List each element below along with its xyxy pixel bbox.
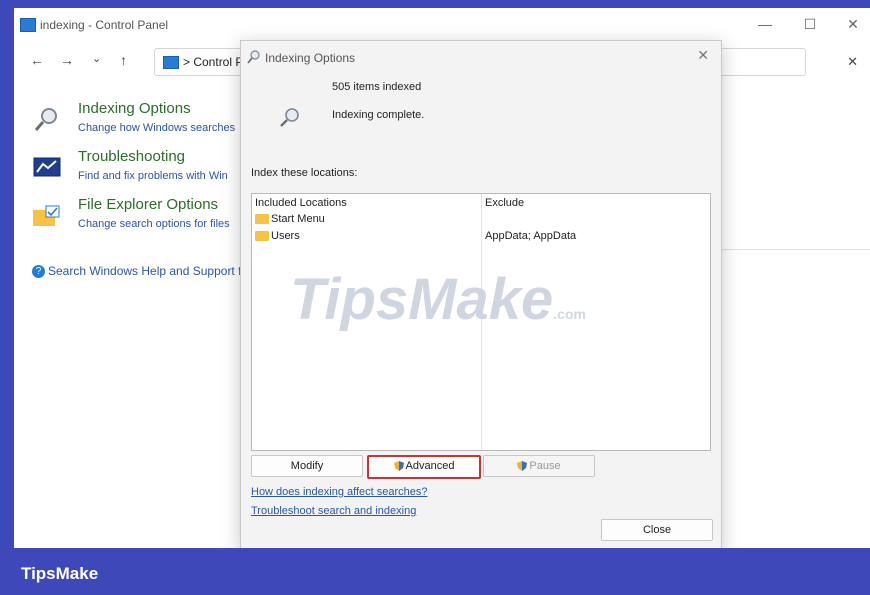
result-title[interactable]: Indexing Options [78, 100, 191, 117]
pause-label: Pause [529, 460, 561, 472]
dialog-title: Indexing Options [265, 51, 356, 65]
exclude-header: Exclude [485, 197, 525, 209]
folder-options-icon [33, 205, 60, 226]
pause-button[interactable]: Pause [483, 455, 595, 477]
locations-list[interactable]: Included Locations Exclude Start Menu Us… [251, 193, 711, 451]
advanced-button[interactable]: Advanced [367, 455, 481, 479]
included-locations-header: Included Locations [255, 197, 347, 209]
control-panel-icon [20, 18, 36, 32]
folder-icon [255, 231, 269, 242]
exclude-value: AppData; AppData [485, 230, 577, 242]
title-bar: indexing - Control Panel — ☐ ✕ [14, 8, 870, 42]
maximize-button[interactable]: ☐ [799, 14, 821, 34]
control-panel-crumb-icon [163, 56, 179, 69]
result-troubleshooting[interactable]: Troubleshooting Find and fix problems wi… [32, 148, 262, 196]
breadcrumb[interactable]: > Control P [183, 55, 243, 69]
window-title: indexing - Control Panel [40, 18, 169, 32]
forward-button[interactable]: → [60, 52, 74, 68]
indexing-options-dialog: Indexing Options ✕ 505 items indexed Ind… [240, 40, 722, 552]
shield-icon [393, 461, 404, 472]
result-file-explorer-options[interactable]: File Explorer Options Change search opti… [32, 196, 262, 244]
result-desc[interactable]: Change how Windows searches [78, 122, 235, 134]
dialog-close-icon[interactable]: ✕ [697, 47, 709, 64]
divider [720, 249, 870, 250]
help-icon: ? [32, 265, 45, 279]
advanced-label: Advanced [405, 460, 455, 472]
folder-icon [255, 214, 269, 225]
shield-icon [517, 461, 528, 472]
indexing-options-icon [34, 108, 57, 131]
result-title[interactable]: Troubleshooting [78, 148, 185, 165]
indexing-status: Indexing complete. [332, 109, 425, 121]
indexing-options-icon [247, 50, 260, 64]
result-indexing-options[interactable]: Indexing Options Change how Windows sear… [32, 100, 262, 148]
location-name: Start Menu [271, 213, 325, 225]
back-button[interactable]: ← [30, 52, 44, 68]
clear-search-button[interactable]: ✕ [847, 54, 858, 70]
index-locations-label: Index these locations: [251, 167, 358, 179]
help-support-link[interactable]: ? Search Windows Help and Support f [32, 264, 241, 279]
location-name: Users [271, 230, 300, 242]
location-row[interactable]: Users [255, 230, 300, 242]
brand-label: TipsMake [21, 564, 99, 583]
close-window-button[interactable]: ✕ [842, 14, 864, 34]
indexing-affect-link[interactable]: How does indexing affect searches? [251, 486, 428, 498]
modify-button[interactable]: Modify [251, 455, 363, 477]
watermark-logo: TipsMake.com [290, 267, 586, 332]
recent-locations-button[interactable]: ⌄ [92, 52, 101, 65]
help-link-text[interactable]: Search Windows Help and Support f [48, 264, 241, 278]
result-desc[interactable]: Change search options for files [78, 218, 230, 230]
result-desc[interactable]: Find and fix problems with Win [78, 170, 228, 182]
close-button[interactable]: Close [601, 519, 713, 541]
up-button[interactable]: ↑ [120, 52, 127, 68]
search-results: Indexing Options Change how Windows sear… [32, 100, 262, 244]
troubleshoot-link[interactable]: Troubleshoot search and indexing [251, 505, 416, 517]
items-indexed-count: 505 items indexed [332, 81, 422, 93]
result-title[interactable]: File Explorer Options [78, 196, 218, 213]
location-row[interactable]: Start Menu [255, 213, 325, 225]
minimize-button[interactable]: — [754, 14, 776, 34]
troubleshooting-icon [33, 157, 61, 177]
footer-banner: TipsMake [0, 548, 870, 595]
indexing-status-icon [280, 108, 299, 127]
